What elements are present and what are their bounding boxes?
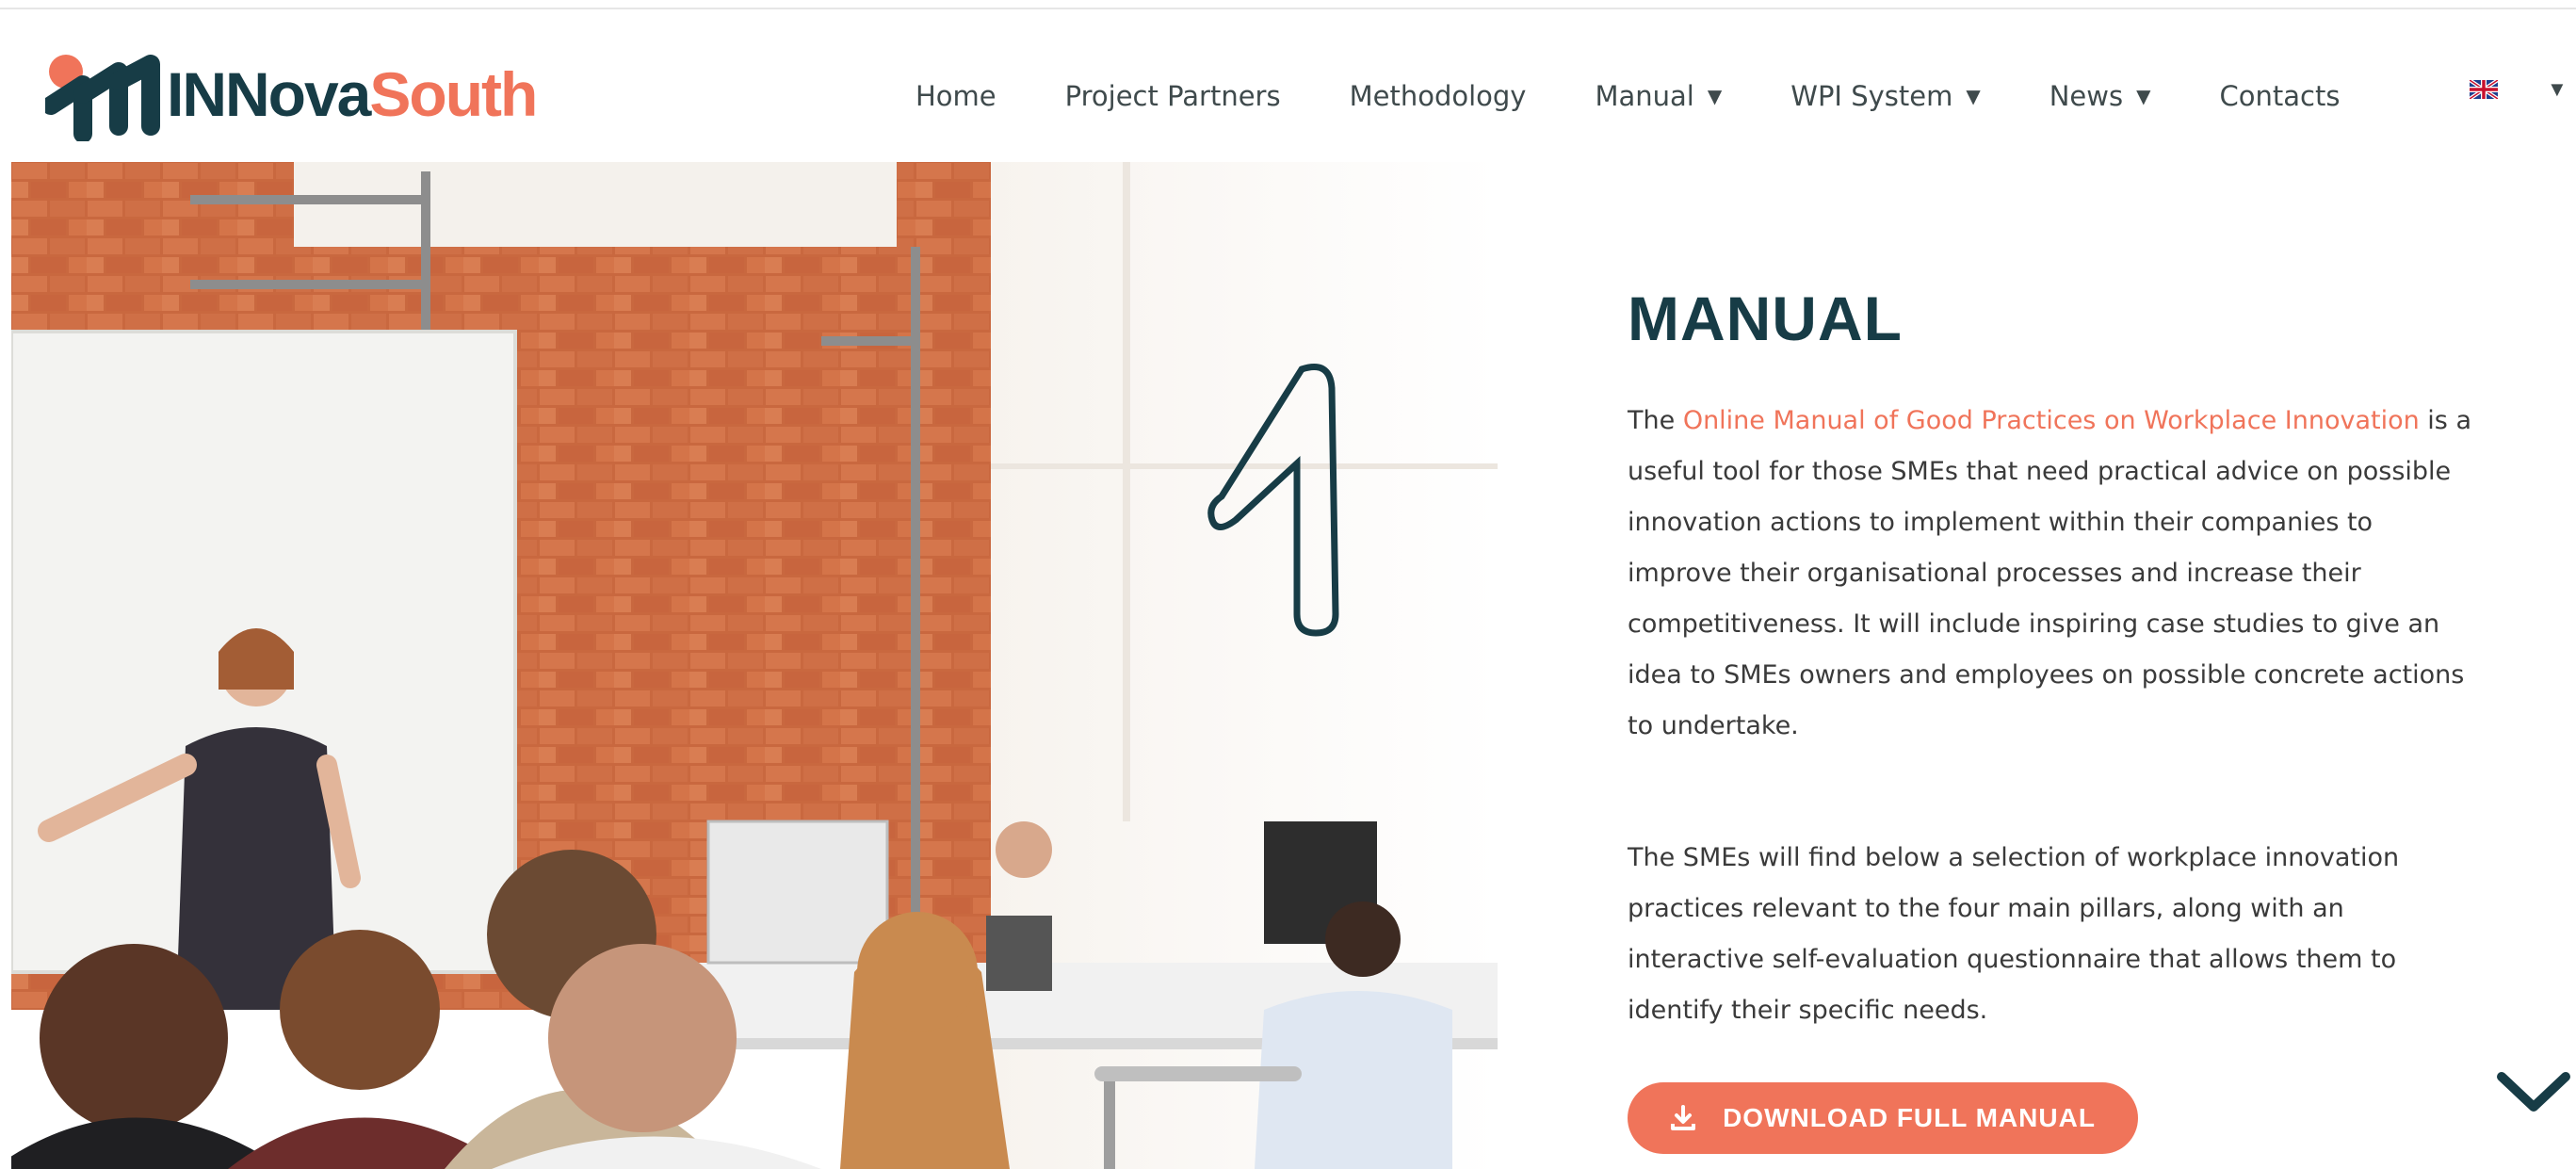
innovasouth-logo-mark-icon xyxy=(45,55,160,141)
site-logo[interactable]: INNovaSouth xyxy=(45,47,538,141)
nav-label: Project Partners xyxy=(1064,80,1281,112)
nav-item-manual[interactable]: Manual ▼ xyxy=(1595,80,1722,112)
nav-item-project-partners[interactable]: Project Partners xyxy=(1065,80,1281,112)
nav-label: Manual xyxy=(1595,80,1694,112)
caret-down-icon: ▼ xyxy=(1966,85,1981,107)
nav-item-news[interactable]: News ▼ xyxy=(2049,80,2151,112)
nav-item-methodology[interactable]: Methodology xyxy=(1350,80,1527,112)
logo-text-dark: INNova xyxy=(167,59,371,129)
chevron-down-icon[interactable] xyxy=(2496,1069,2571,1116)
language-selector[interactable]: ▼ xyxy=(2470,77,2568,102)
uk-flag-icon xyxy=(2470,80,2498,99)
manual-section: MANUAL The Online Manual of Good Practic… xyxy=(1628,283,2475,1036)
hero-image xyxy=(11,162,1498,1169)
download-icon xyxy=(1671,1105,1696,1130)
nav-item-contacts[interactable]: Contacts xyxy=(2220,80,2341,112)
caret-down-icon: ▼ xyxy=(2136,85,2151,107)
logo-wordmark: INNovaSouth xyxy=(167,63,538,125)
download-button-label: DOWNLOAD FULL MANUAL xyxy=(1723,1103,2096,1132)
manual-intro-paragraph: The Online Manual of Good Practices on W… xyxy=(1628,396,2475,752)
site-header: INNovaSouth Home Project Partners Method… xyxy=(0,13,2576,154)
presentation-photo-icon xyxy=(11,162,1498,1169)
nav-label: Home xyxy=(915,80,996,112)
manual-second-paragraph: The SMEs will find below a selection of … xyxy=(1628,843,2400,1025)
page-title: MANUAL xyxy=(1628,284,1903,353)
intro-text-end: is a useful tool for those SMEs that nee… xyxy=(1628,406,2471,740)
caret-down-icon: ▼ xyxy=(1707,85,1723,107)
nav-item-wpi-system[interactable]: WPI System ▼ xyxy=(1790,80,1980,112)
nav-label: Contacts xyxy=(2219,80,2341,112)
nav-label: Methodology xyxy=(1349,80,1527,112)
online-manual-link[interactable]: Online Manual of Good Practices on Workp… xyxy=(1683,406,2420,435)
download-full-manual-button[interactable]: DOWNLOAD FULL MANUAL xyxy=(1628,1082,2138,1154)
logo-text-accent: South xyxy=(369,59,538,129)
main-nav: Home Project Partners Methodology Manual… xyxy=(915,68,2340,124)
intro-text-start: The xyxy=(1628,406,1683,435)
nav-label: News xyxy=(2049,80,2124,112)
nav-label: WPI System xyxy=(1790,80,1953,112)
caret-down-icon: ▼ xyxy=(2547,77,2568,101)
nav-item-home[interactable]: Home xyxy=(915,80,996,112)
top-border xyxy=(0,0,2576,9)
